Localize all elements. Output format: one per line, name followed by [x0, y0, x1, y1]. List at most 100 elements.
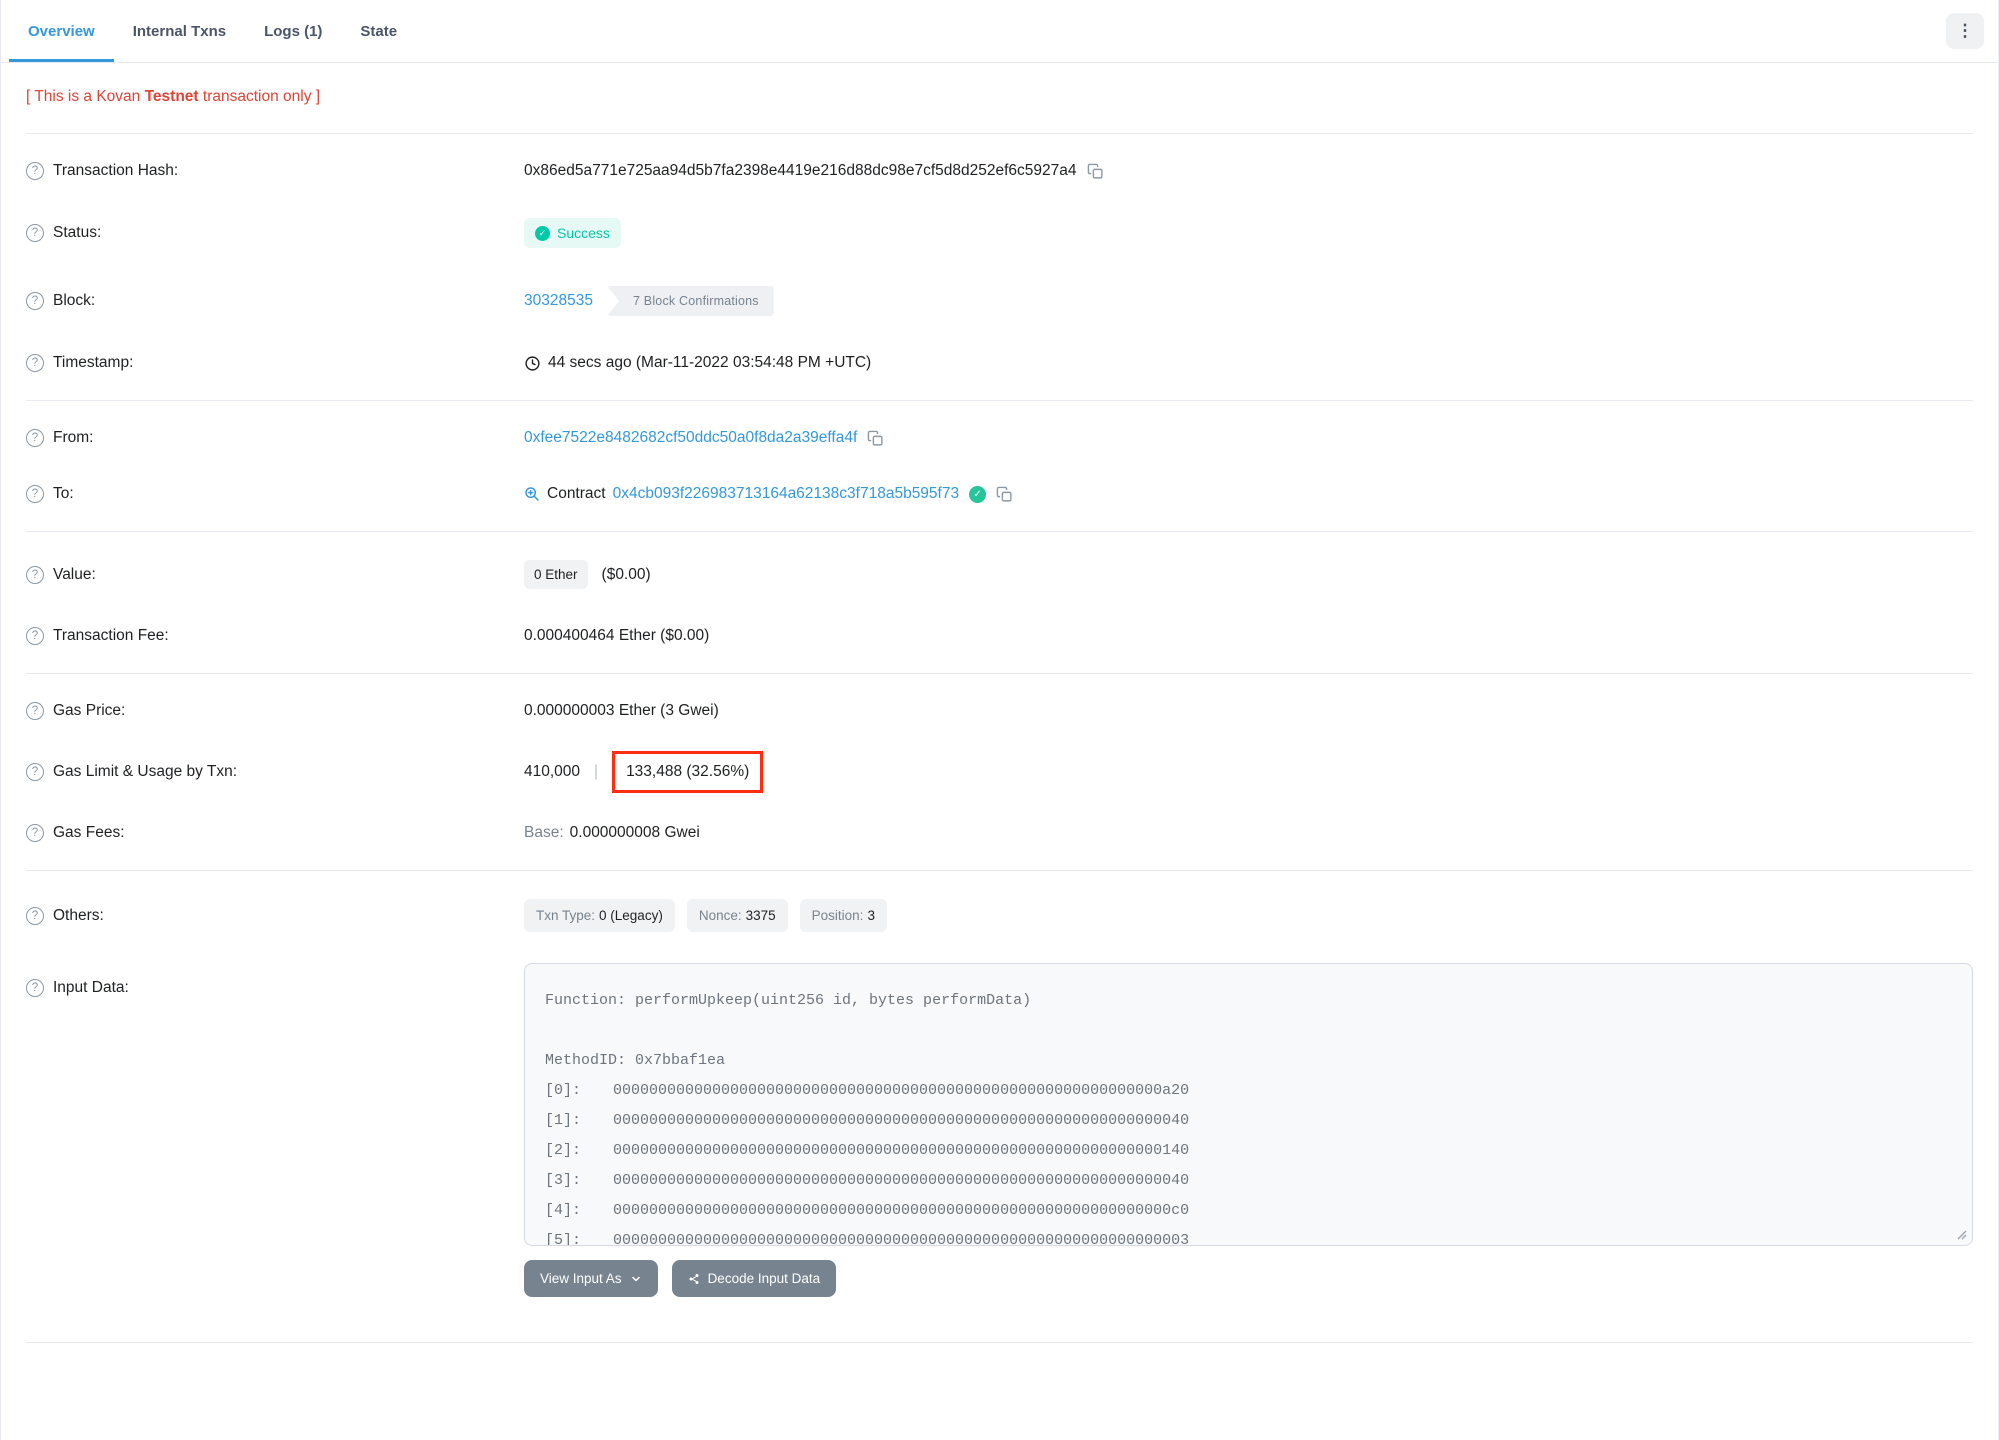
block-number-link[interactable]: 30328535	[524, 292, 593, 310]
input-param-row: [4]: 000000000000000000000000000000000000…	[545, 1196, 1952, 1226]
transaction-fee-label: Transaction Fee:	[53, 627, 169, 644]
decode-input-data-button[interactable]: Decode Input Data	[671, 1260, 837, 1297]
row-value: ? Value: 0 Ether ($0.00)	[26, 541, 1973, 608]
help-icon[interactable]: ?	[26, 429, 44, 447]
status-value: Success	[557, 225, 610, 241]
status-label: Status:	[53, 224, 102, 241]
view-input-as-button[interactable]: View Input As	[524, 1260, 658, 1297]
clock-icon	[525, 355, 540, 371]
view-input-as-label: View Input As	[540, 1271, 622, 1286]
group-transaction-info: ? Transaction Hash: 0x86ed5a771e725aa94d…	[26, 133, 1973, 400]
transaction-fee-value: 0.000400464 Ether ($0.00)	[524, 627, 710, 644]
param-value: 0000000000000000000000000000000000000000…	[613, 1202, 1190, 1219]
help-icon[interactable]: ?	[26, 824, 44, 842]
row-transaction-fee: ? Transaction Fee: 0.000400464 Ether ($0…	[26, 608, 1973, 664]
row-block: ? Block: 30328535 7 Block Confirmations	[26, 267, 1973, 335]
help-icon[interactable]: ?	[26, 763, 44, 781]
input-param-row: [0]: 000000000000000000000000000000000000…	[545, 1076, 1952, 1106]
group-gas: ? Gas Price: 0.000000003 Ether (3 Gwei) …	[26, 673, 1973, 870]
help-icon[interactable]: ?	[26, 354, 44, 372]
value-label: Value:	[53, 565, 96, 583]
transaction-hash-label: Transaction Hash:	[53, 162, 179, 179]
transaction-hash-value: 0x86ed5a771e725aa94d5b7fa2398e4419e216d8…	[524, 162, 1077, 179]
value-usd: ($0.00)	[601, 565, 651, 583]
param-index: [3]:	[545, 1172, 582, 1189]
row-transaction-hash: ? Transaction Hash: 0x86ed5a771e725aa94d…	[26, 143, 1973, 199]
position-label: Position:	[811, 908, 864, 923]
help-icon[interactable]: ?	[26, 702, 44, 720]
chevron-down-icon	[631, 1276, 640, 1281]
row-gas-fees: ? Gas Fees: Base: 0.000000008 Gwei	[26, 805, 1973, 861]
help-icon[interactable]: ?	[26, 485, 44, 503]
txn-type-label: Txn Type:	[536, 908, 596, 923]
input-param-row: [3]: 000000000000000000000000000000000000…	[545, 1166, 1952, 1196]
row-timestamp: ? Timestamp: 44 secs ago (Mar-11-2022 03…	[26, 335, 1973, 391]
input-data-textarea[interactable]: Function: performUpkeep(uint256 id, byte…	[524, 963, 1973, 1246]
tab-bar: Overview Internal Txns Logs (1) State ⋮	[1, 0, 1998, 63]
kebab-icon: ⋮	[1956, 21, 1974, 40]
input-function-line: Function: performUpkeep(uint256 id, byte…	[545, 992, 1032, 1009]
tab-state[interactable]: State	[341, 0, 416, 62]
help-icon[interactable]: ?	[26, 162, 44, 180]
txn-type-badge: Txn Type: 0 (Legacy)	[524, 899, 675, 932]
from-address-link[interactable]: 0xfee7522e8482682cf50ddc50a0f8da2a39effa…	[524, 429, 857, 447]
position-badge: Position: 3	[799, 899, 887, 932]
param-value: 0000000000000000000000000000000000000000…	[613, 1172, 1190, 1189]
row-from: ? From: 0xfee7522e8482682cf50ddc50a0f8da…	[26, 410, 1973, 466]
gas-limit-value: 410,000	[524, 763, 581, 780]
decode-input-data-label: Decode Input Data	[707, 1271, 821, 1286]
to-address-link[interactable]: 0x4cb093f226983713164a62138c3f718a5b595f…	[613, 485, 960, 503]
kebab-menu-button[interactable]: ⋮	[1946, 13, 1984, 49]
verified-check-icon: ✓	[969, 485, 987, 503]
param-value: 0000000000000000000000000000000000000000…	[613, 1232, 1190, 1246]
row-others: ? Others: Txn Type: 0 (Legacy) Nonce: 3375…	[26, 880, 1973, 951]
testnet-notice: [ This is a Kovan Testnet transaction on…	[26, 88, 1973, 106]
to-label: To:	[53, 485, 74, 502]
help-icon[interactable]: ?	[26, 292, 44, 310]
group-others-input: ? Others: Txn Type: 0 (Legacy) Nonce: 3375…	[26, 870, 1973, 1343]
check-circle-icon: ✓	[535, 225, 550, 241]
copy-icon[interactable]	[996, 486, 1013, 503]
value-badge: 0 Ether	[524, 560, 588, 589]
help-icon[interactable]: ?	[26, 906, 44, 925]
input-data-label: Input Data:	[53, 979, 129, 996]
input-param-row: [1]: 000000000000000000000000000000000000…	[545, 1106, 1952, 1136]
to-type-label: Contract	[547, 485, 606, 502]
nonce-badge: Nonce: 3375	[686, 899, 788, 932]
zoom-in-icon[interactable]	[524, 486, 540, 502]
help-icon[interactable]: ?	[26, 979, 44, 997]
help-icon[interactable]: ?	[26, 627, 44, 645]
resize-handle-icon[interactable]	[1955, 1228, 1967, 1240]
tab-logs[interactable]: Logs (1)	[245, 0, 341, 62]
decode-icon	[689, 1273, 699, 1284]
param-value: 0000000000000000000000000000000000000000…	[613, 1142, 1190, 1159]
copy-icon[interactable]	[1087, 163, 1104, 180]
param-value: 0000000000000000000000000000000000000000…	[613, 1082, 1190, 1099]
gas-usage-value: 133,488 (32.56%)	[626, 763, 750, 780]
notice-post: transaction only ]	[198, 88, 321, 105]
input-param-row: [2]: 000000000000000000000000000000000000…	[545, 1136, 1952, 1166]
help-icon[interactable]: ?	[26, 224, 44, 242]
param-index: [2]:	[545, 1142, 582, 1159]
row-status: ? Status: ✓ Success	[26, 199, 1973, 267]
param-index: [5]:	[545, 1232, 582, 1246]
row-gas-price: ? Gas Price: 0.000000003 Ether (3 Gwei)	[26, 683, 1973, 739]
gas-fees-label: Gas Fees:	[53, 824, 125, 841]
row-input-data: ? Input Data: Function: performUpkeep(ui…	[26, 951, 1973, 1316]
row-gas-limit-usage: ? Gas Limit & Usage by Txn: 410,000 | 13…	[26, 739, 1973, 805]
transaction-overview-panel: Overview Internal Txns Logs (1) State ⋮ …	[0, 0, 1999, 1440]
input-data-actions: View Input As Decode Input Data	[524, 1260, 1973, 1297]
tab-overview[interactable]: Overview	[9, 0, 114, 62]
status-badge: ✓ Success	[524, 218, 621, 248]
input-blank-line	[545, 1016, 1952, 1046]
tab-internal-txns[interactable]: Internal Txns	[114, 0, 245, 62]
position-value: 3	[867, 908, 875, 923]
nonce-label: Nonce:	[698, 908, 742, 923]
block-confirmations-badge: 7 Block Confirmations	[606, 286, 774, 316]
gas-limit-label: Gas Limit & Usage by Txn:	[53, 763, 238, 780]
nonce-value: 3375	[745, 908, 776, 923]
txn-type-value: 0 (Legacy)	[599, 908, 663, 923]
copy-icon[interactable]	[867, 430, 884, 447]
notice-bold: Testnet	[144, 88, 199, 105]
help-icon[interactable]: ?	[26, 565, 44, 584]
